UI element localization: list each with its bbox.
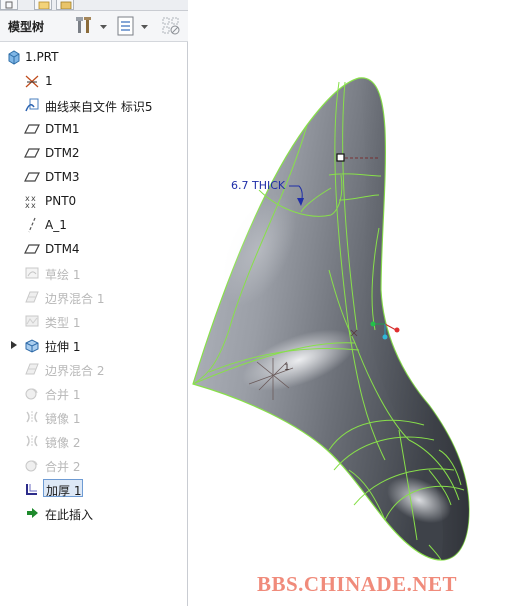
datum-plane-icon: [24, 244, 40, 254]
mirror-icon: [26, 411, 38, 423]
tree-display-icon: [117, 16, 134, 36]
tree-item-boundary-blend2[interactable]: 边界混合 2: [0, 358, 186, 380]
svg-text:x: x: [31, 201, 36, 209]
tree-item-label: DTM4: [45, 242, 80, 256]
tree-item-csys[interactable]: 1: [0, 70, 186, 92]
panel-tab-bar: [0, 0, 188, 11]
tree-item-label: DTM3: [45, 170, 80, 184]
dropdown-arrow-icon: [141, 25, 148, 29]
extrude-icon: [25, 339, 39, 353]
tree-item-label: 边界混合 1: [45, 292, 105, 306]
tree-item-label: 边界混合 2: [45, 364, 105, 378]
tree-item-label: 1: [45, 74, 53, 88]
datum-plane-icon: [24, 172, 40, 182]
csys-label: 1: [284, 363, 290, 373]
tree-item-label: 拉伸 1: [45, 340, 81, 354]
tree-item-thicken1[interactable]: 加厚 1: [0, 478, 186, 500]
insert-here-arrow-icon: [27, 508, 38, 518]
tree-item-dtm1[interactable]: DTM1: [0, 118, 186, 140]
thicken-icon: [26, 484, 37, 495]
tree-item-merge1[interactable]: 合并 1: [0, 382, 186, 404]
tree-filter-button[interactable]: [160, 15, 182, 37]
tree-item-label: 1.PRT: [25, 50, 59, 64]
dropdown-arrow-icon: [100, 25, 107, 29]
tree-item-label: 合并 2: [45, 460, 81, 474]
datum-point-icon: x x x x: [25, 194, 36, 209]
model-tree-panel: 模型树 1.PRT 1 曲线来自文件 标识5 DTM1 DTM2 DTM3 x …: [0, 0, 188, 606]
watermark-text: BBS.CHINADE.NET: [256, 572, 458, 596]
tab-model-tree[interactable]: [0, 0, 18, 10]
folder-icon: [38, 1, 50, 9]
tree-display-dropdown[interactable]: [140, 15, 150, 37]
model-tree-toolbar: 模型树: [0, 11, 188, 42]
filter-icon: [162, 17, 180, 35]
tree-item-label: 镜像 1: [45, 412, 81, 426]
model-tree-title: 模型树: [8, 20, 45, 34]
tree-item-label: 合并 1: [45, 388, 81, 402]
sketch-icon: [25, 267, 39, 279]
graphics-viewport[interactable]: 6.7 THICK 1 BBS.CHINADE.NET: [189, 0, 525, 606]
tree-item-boundary-blend1[interactable]: 边界混合 1: [0, 286, 186, 308]
tree-item-label: DTM2: [45, 146, 80, 160]
tree-item-mirror1[interactable]: 镜像 1: [0, 406, 186, 428]
drag-handle[interactable]: [336, 153, 345, 162]
tree-item-part[interactable]: 1.PRT: [0, 46, 186, 68]
tree-item-label: PNT0: [45, 194, 77, 208]
tab-favorites[interactable]: [56, 0, 74, 10]
tree-item-merge2[interactable]: 合并 2: [0, 454, 186, 476]
tree-item-label: 曲线来自文件 标识5: [45, 100, 153, 114]
expand-arrow-icon[interactable]: [10, 340, 18, 350]
tree-item-label: 类型 1: [45, 316, 81, 330]
datum-axis-icon: [28, 217, 36, 233]
datum-plane-icon: [24, 124, 40, 134]
boundary-blend-icon: [25, 291, 39, 303]
model-tree-tab-icon: [5, 1, 13, 9]
tree-item-label: 镜像 2: [45, 436, 81, 450]
tree-item-label: 在此插入: [45, 508, 94, 522]
datum-plane-icon: [24, 148, 40, 158]
tree-item-insert-here[interactable]: 在此插入: [0, 502, 186, 524]
boundary-blend-icon: [25, 363, 39, 375]
tab-folder-browser[interactable]: [34, 0, 52, 10]
curve-from-file-icon: [25, 98, 39, 112]
tree-item-pnt0[interactable]: x x x x PNT0: [0, 190, 186, 212]
tree-item-dtm4[interactable]: DTM4: [0, 238, 186, 260]
mirror-icon: [26, 435, 38, 447]
favorites-icon: [60, 1, 72, 9]
tools-dropdown[interactable]: [99, 15, 109, 37]
tree-item-dtm3[interactable]: DTM3: [0, 166, 186, 188]
model-render[interactable]: 6.7 THICK 1: [189, 0, 525, 606]
tree-tools-button[interactable]: [74, 15, 96, 37]
tree-item-extrude1[interactable]: 拉伸 1: [0, 334, 186, 356]
svg-text:x: x: [25, 201, 30, 209]
tree-item-type1[interactable]: 类型 1: [0, 310, 186, 332]
part-icon: [8, 50, 20, 65]
tools-icon: [76, 17, 91, 33]
merge-icon: [25, 388, 38, 400]
tree-item-dtm2[interactable]: DTM2: [0, 142, 186, 164]
tree-item-label: A_1: [45, 218, 67, 232]
type-feature-icon: [25, 315, 39, 327]
merge-icon: [25, 460, 38, 472]
tree-item-sketch1[interactable]: 草绘 1: [0, 262, 186, 284]
tree-item-label: 草绘 1: [45, 268, 81, 282]
tree-item-curve-from-file[interactable]: 曲线来自文件 标识5: [0, 94, 186, 116]
dimension-text[interactable]: 6.7 THICK: [231, 179, 286, 192]
tree-item-a1[interactable]: A_1: [0, 214, 186, 236]
tree-item-label: 加厚 1: [46, 484, 82, 498]
tree-display-button[interactable]: [115, 15, 137, 37]
tree-item-mirror2[interactable]: 镜像 2: [0, 430, 186, 452]
coordinate-system-icon: [25, 75, 39, 88]
tree-item-label: DTM1: [45, 122, 80, 136]
